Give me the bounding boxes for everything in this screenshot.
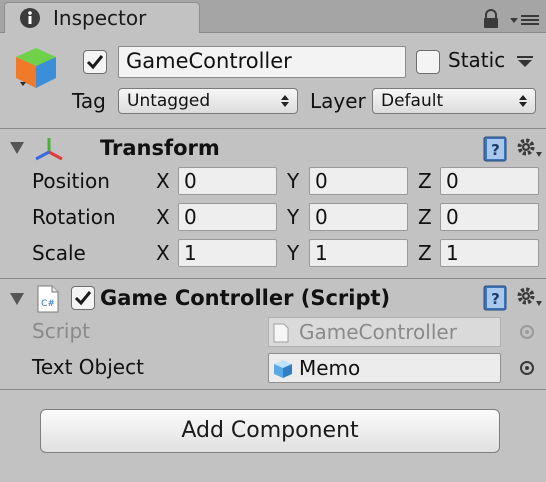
checkmark-icon [74,291,92,306]
rotation-z-field[interactable]: 0 [440,203,539,231]
transform-axes-icon [35,138,63,161]
static-checkbox[interactable] [416,50,440,74]
script-value: GameController [299,320,457,344]
dropdown-arrows-icon [281,95,289,107]
position-label: Position [32,169,110,193]
foldout-arrow-icon[interactable] [10,142,24,154]
foldout-arrow-icon[interactable] [10,293,24,305]
y-axis-label: Y [287,205,300,229]
script-object-field: GameController [268,317,501,347]
scale-label: Scale [32,241,86,265]
z-axis-label: Z [418,169,432,193]
help-book-icon[interactable]: ? [483,285,507,311]
script-enabled-checkbox[interactable] [71,286,95,310]
layer-value: Default [381,91,444,111]
csharp-script-icon [273,323,289,343]
script-component-title: Game Controller (Script) [100,286,391,310]
z-axis-label: Z [418,241,432,265]
layer-label: Layer [310,89,366,113]
scale-z-field[interactable]: 1 [440,239,539,267]
script-divider [0,389,546,390]
z-axis-label: Z [418,205,432,229]
static-label: Static [448,48,506,72]
tag-dropdown[interactable]: Untagged [118,88,298,114]
object-picker-icon [520,325,534,339]
lock-icon[interactable] [482,9,500,29]
active-checkbox[interactable] [83,50,107,74]
svg-text:C#: C# [41,299,55,309]
rotation-y-field[interactable]: 0 [309,203,408,231]
x-axis-label: X [156,205,170,229]
csharp-script-icon: C# [37,285,59,313]
position-y-field[interactable]: 0 [309,167,408,195]
svg-text:?: ? [491,141,500,159]
object-picker-icon[interactable] [519,360,535,376]
dropdown-arrows-icon [519,95,527,107]
x-axis-label: X [156,169,170,193]
checkmark-icon [86,55,104,70]
transform-title: Transform [100,136,220,160]
transform-divider [0,278,546,279]
tag-value: Untagged [127,91,211,111]
tag-label: Tag [72,89,106,113]
y-axis-label: Y [287,169,300,193]
static-dropdown-icon[interactable] [516,56,534,68]
scale-x-field[interactable]: 1 [178,239,277,267]
gameobject-cube-icon [274,360,292,378]
add-component-button[interactable]: Add Component [40,409,500,453]
y-axis-label: Y [287,241,300,265]
x-axis-label: X [156,241,170,265]
panel-menu-icon[interactable] [510,13,540,27]
object-name-field[interactable]: GameController [118,46,406,78]
gameobject-cube-icon[interactable] [12,44,60,92]
svg-text:?: ? [491,290,500,308]
gear-icon[interactable] [515,285,543,309]
rotation-x-field[interactable]: 0 [178,203,277,231]
position-x-field[interactable]: 0 [178,167,277,195]
layer-dropdown[interactable]: Default [372,88,536,114]
tab-title: Inspector [53,6,147,30]
inspector-tab[interactable]: Inspector [4,2,200,33]
text-object-field[interactable]: Memo [268,353,501,383]
rotation-label: Rotation [32,205,116,229]
help-book-icon[interactable]: ? [483,136,507,162]
position-z-field[interactable]: 0 [440,167,539,195]
gear-icon[interactable] [515,136,543,160]
inspector-tab-bar: Inspector [0,0,546,33]
script-label: Script [32,319,91,343]
text-object-label: Text Object [32,355,144,379]
scale-y-field[interactable]: 1 [309,239,408,267]
text-object-value: Memo [299,356,361,380]
info-icon [20,8,40,28]
header-divider [0,128,546,129]
